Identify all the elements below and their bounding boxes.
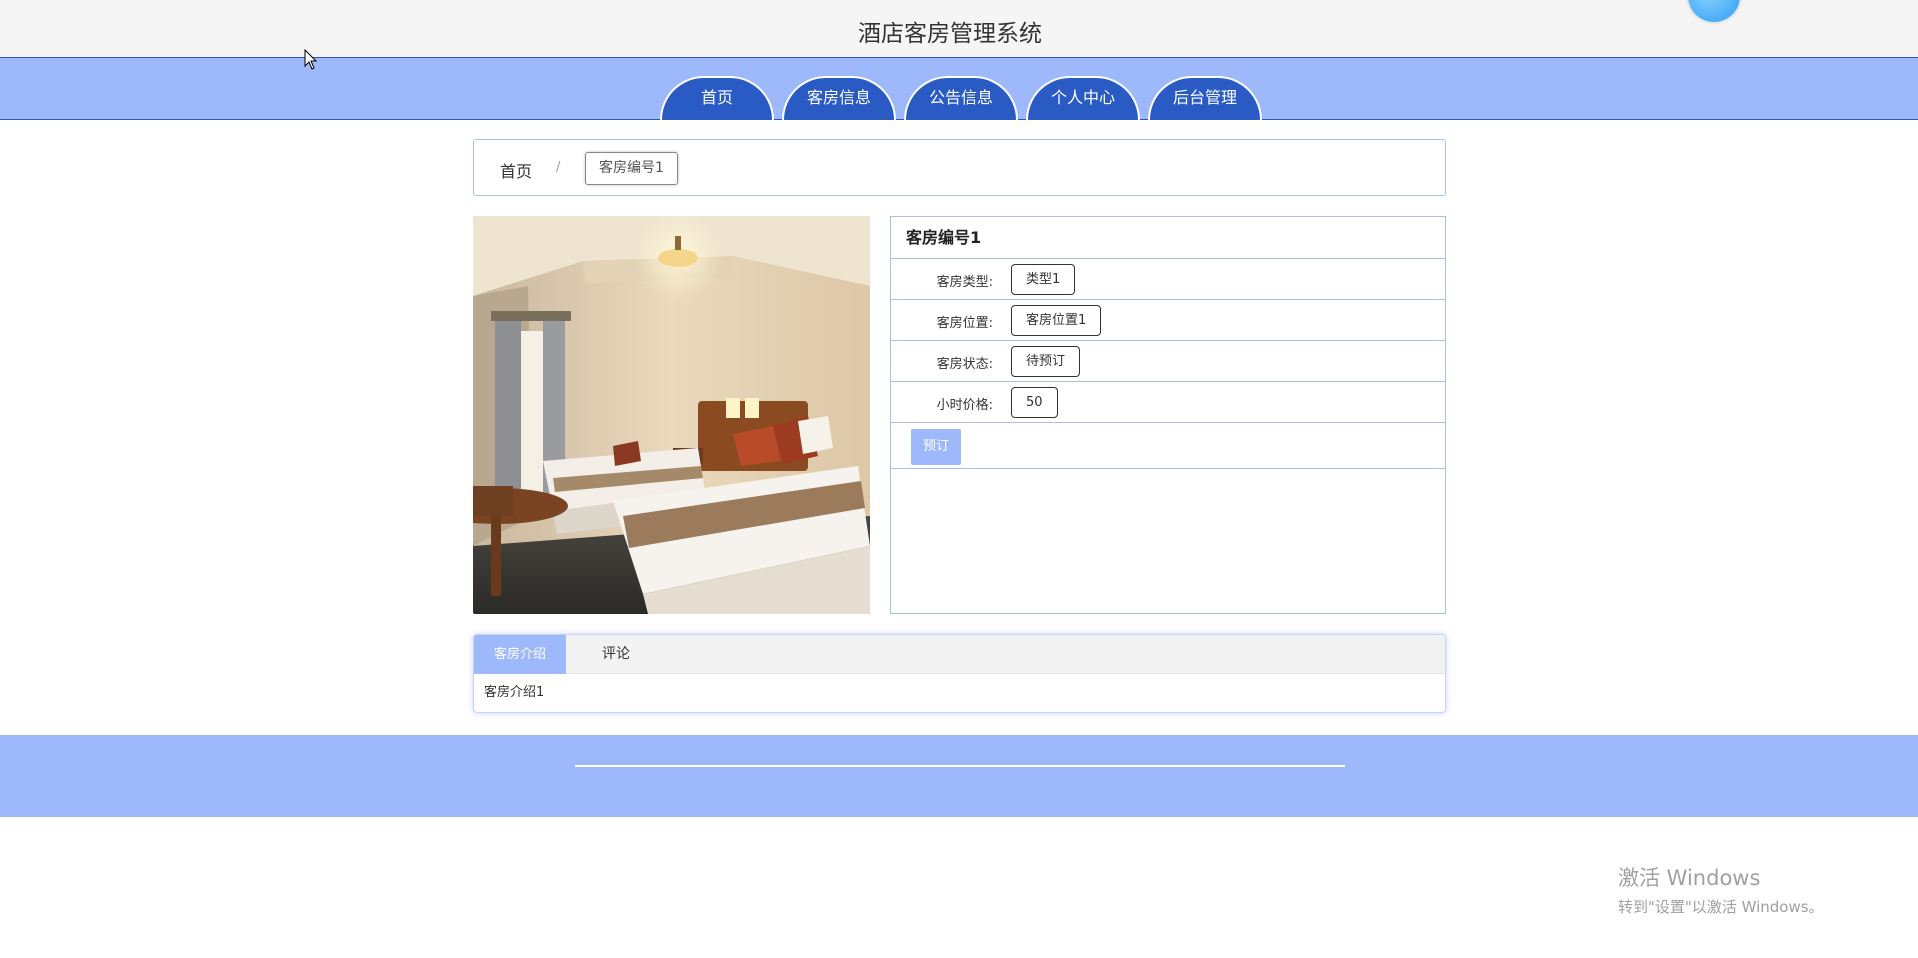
tab-content: 客房介绍1 — [484, 685, 545, 700]
nav-item-admin[interactable]: 后台管理 — [1148, 76, 1262, 120]
nav-item-personal-center[interactable]: 个人中心 — [1026, 76, 1140, 120]
hourly-price-label: 小时价格: — [936, 398, 993, 413]
room-detail-panel: 客房编号1 客房类型: 类型1 客房位置: 客房位置1 客房状态: 待预订 小时… — [890, 216, 1446, 614]
room-status-value: 待预订 — [1011, 346, 1081, 377]
mouse-cursor-icon — [304, 49, 318, 70]
breadcrumb-current: 客房编号1 — [585, 152, 678, 185]
watermark-title: 激活 Windows — [1618, 866, 1761, 890]
windows-activation-watermark: 激活 Windows 转到"设置"以激活 Windows。 — [1618, 862, 1824, 917]
nav-item-room-info[interactable]: 客房信息 — [782, 76, 896, 120]
room-status-label: 客房状态: — [936, 357, 993, 372]
action-row: 预订 — [891, 423, 1445, 469]
room-photo — [473, 216, 870, 614]
room-location-row: 客房位置: 客房位置1 — [891, 300, 1445, 341]
nav-item-home[interactable]: 首页 — [660, 76, 774, 120]
room-title: 客房编号1 — [891, 217, 1445, 259]
room-type-value: 类型1 — [1011, 264, 1076, 295]
room-type-label: 客房类型: — [936, 275, 993, 290]
book-button[interactable]: 预订 — [911, 429, 961, 465]
nav-item-announcements[interactable]: 公告信息 — [904, 76, 1018, 120]
footer-divider — [575, 765, 1345, 767]
room-location-value: 客房位置1 — [1011, 305, 1102, 336]
site-header: 酒店客房管理系统 — [0, 0, 1918, 58]
nav-list: 首页 客房信息 公告信息 个人中心 后台管理 — [660, 76, 1270, 120]
room-type-row: 客房类型: 类型1 — [891, 259, 1445, 300]
watermark-subtitle: 转到"设置"以激活 Windows。 — [1618, 898, 1824, 916]
tab-bar: 客房介绍 评论 — [474, 635, 1445, 674]
breadcrumb-home-link[interactable]: 首页 — [500, 158, 532, 182]
site-footer — [0, 735, 1918, 817]
hourly-price-row: 小时价格: 50 — [891, 382, 1445, 423]
breadcrumb: 首页 / 客房编号1 — [473, 139, 1446, 196]
breadcrumb-separator: / — [556, 160, 561, 175]
room-status-row: 客房状态: 待预订 — [891, 341, 1445, 382]
tab-room-intro[interactable]: 客房介绍 — [474, 635, 566, 674]
room-location-label: 客房位置: — [936, 316, 993, 331]
hourly-price-value: 50 — [1011, 387, 1058, 418]
room-tabs-panel: 客房介绍 评论 客房介绍1 — [473, 634, 1446, 713]
tab-comments[interactable]: 评论 — [566, 635, 666, 674]
site-title: 酒店客房管理系统 — [858, 21, 1042, 47]
main-navbar: 首页 客房信息 公告信息 个人中心 后台管理 — [0, 58, 1918, 120]
